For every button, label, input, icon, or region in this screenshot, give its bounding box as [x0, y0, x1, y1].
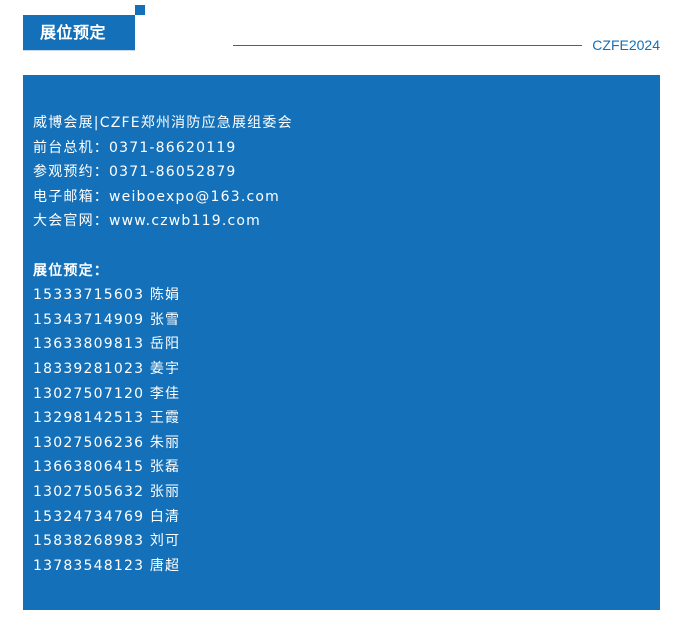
booking-contact-name: 岳阳: [149, 336, 181, 353]
booking-contact-name: 刘可: [149, 533, 181, 550]
booking-contact-phone: 15324734769: [33, 508, 145, 525]
booking-contact-name: 姜宇: [149, 360, 181, 377]
booking-contact-name: 朱丽: [149, 434, 181, 451]
booking-contact-row: 13298142513 王霞: [33, 406, 660, 431]
booking-contact-row: 13027506236 朱丽: [33, 431, 660, 456]
header-rule-line: [233, 45, 582, 46]
booking-contact-phone: 13663806415: [33, 459, 145, 476]
booking-contact-row: 15838268983 刘可: [33, 529, 660, 554]
booking-contact-phone: 15838268983: [33, 533, 145, 550]
booking-contact-row: 15324734769 白清: [33, 505, 660, 530]
title-tab-corner-accent: [135, 5, 145, 15]
booking-contact-name: 李佳: [149, 385, 181, 402]
booking-contact-name: 王霞: [149, 410, 181, 427]
booking-contact-name: 白清: [149, 508, 181, 525]
booking-contact-phone: 13027506236: [33, 434, 145, 451]
booking-contact-row: 13783548123 唐超: [33, 554, 660, 579]
booking-contact-row: 18339281023 姜宇: [33, 357, 660, 382]
booking-contact-phone: 15333715603: [33, 287, 145, 304]
booking-contact-row: 15333715603 陈娟: [33, 283, 660, 308]
booking-contact-phone: 15343714909: [33, 311, 145, 328]
booking-contact-phone: 13027507120: [33, 385, 145, 402]
booking-contact-phone: 13783548123: [33, 557, 145, 574]
reception-phone-line: 前台总机：0371-86620119: [33, 139, 237, 156]
booking-contact-phone: 18339281023: [33, 360, 145, 377]
organizer-line: 威博会展|CZFE郑州消防应急展组委会: [33, 115, 293, 131]
booking-contact-row: 13027507120 李佳: [33, 382, 660, 407]
visit-booking-phone-line: 参观预约：0371-86052879: [33, 164, 237, 181]
booking-contact-row: 13663806415 张磊: [33, 455, 660, 480]
booking-section-title: 展位预定：: [33, 262, 109, 279]
booking-contact-phone: 13633809813: [33, 336, 145, 353]
email-line: 电子邮箱：weiboexpo@163.com: [33, 188, 280, 205]
booking-contact-row: 13027505632 张丽: [33, 480, 660, 505]
booking-contact-row: 15343714909 张雪: [33, 308, 660, 333]
booking-contact-phone: 13027505632: [33, 483, 145, 500]
booking-contact-name: 张雪: [149, 311, 181, 328]
booking-contact-phone: 13298142513: [33, 410, 145, 427]
title-tab-underline: [23, 50, 135, 51]
booking-contact-name: 张丽: [149, 483, 181, 500]
booking-contact-name: 唐超: [149, 557, 181, 574]
booking-contact-name: 陈娟: [149, 287, 181, 304]
contact-panel: 威博会展|CZFE郑州消防应急展组委会 前台总机：0371-86620119 参…: [23, 75, 660, 610]
edition-label: CZFE2024: [592, 37, 660, 53]
booking-contact-name: 张磊: [149, 459, 181, 476]
booking-contact-row: 13633809813 岳阳: [33, 332, 660, 357]
section-title-tab: 展位预定: [23, 15, 135, 50]
website-line: 大会官网：www.czwb119.com: [33, 213, 261, 230]
